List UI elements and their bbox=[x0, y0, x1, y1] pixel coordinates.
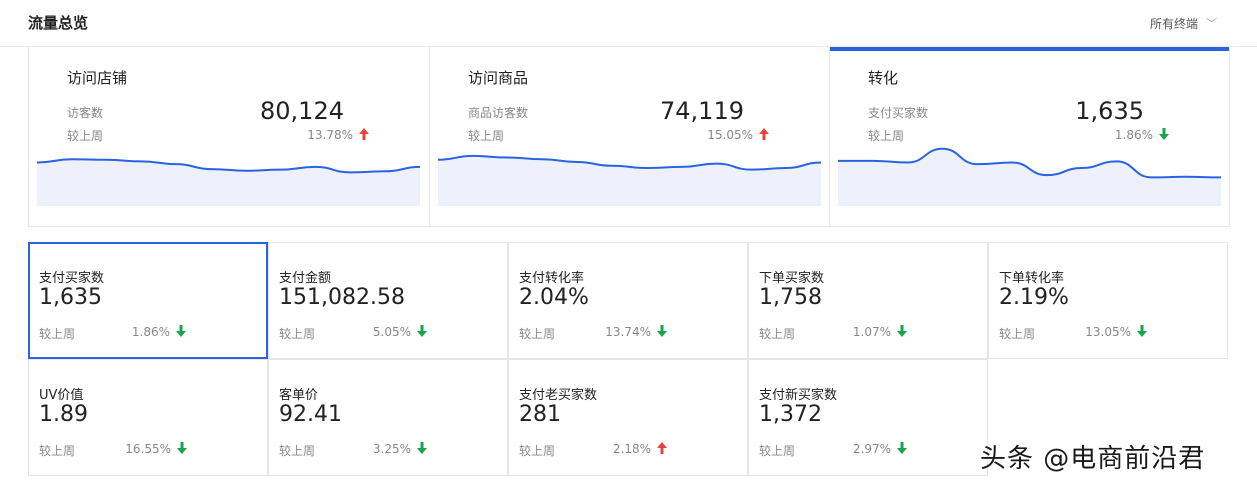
metric-change: 3.25% bbox=[373, 442, 427, 456]
arrow-down-icon bbox=[1159, 128, 1169, 140]
metric-value: 92.41 bbox=[279, 402, 342, 427]
metric-card-avg-order-price[interactable]: 客单价 92.41 较上周 3.25% bbox=[268, 359, 508, 476]
arrow-up-icon bbox=[759, 128, 769, 140]
card-value: 74,119 bbox=[660, 97, 744, 125]
arrow-down-icon bbox=[1137, 325, 1147, 337]
metric-value: 1,372 bbox=[759, 402, 822, 427]
metric-card-returning-buyers[interactable]: 支付老买家数 281 较上周 2.18% bbox=[508, 359, 748, 476]
compare-label: 较上周 bbox=[39, 444, 76, 458]
metric-value: 281 bbox=[519, 402, 561, 427]
arrow-up-icon bbox=[657, 442, 667, 454]
card-value: 1,635 bbox=[1075, 97, 1144, 125]
terminal-select-label: 所有终端 bbox=[1149, 17, 1198, 31]
metric-label: 支付新买家数 bbox=[759, 388, 838, 403]
metric-label: 支付买家数 bbox=[39, 271, 105, 286]
metric-change: 13.05% bbox=[1085, 325, 1147, 339]
change-pct: 5.05% bbox=[372, 325, 411, 339]
change-pct: 3.25% bbox=[372, 442, 411, 456]
card-change: 1.86% bbox=[1115, 128, 1169, 142]
metric-change: 2.97% bbox=[853, 442, 907, 456]
metric-change: 2.18% bbox=[613, 442, 667, 456]
change-pct: 1.86% bbox=[131, 325, 170, 339]
sparkline-chart bbox=[37, 158, 420, 206]
arrow-down-icon bbox=[897, 325, 907, 337]
metric-label: 下单转化率 bbox=[999, 271, 1065, 286]
compare-label: 较上周 bbox=[759, 327, 796, 341]
metric-label: 支付金额 bbox=[279, 271, 332, 286]
arrow-down-icon bbox=[897, 442, 907, 454]
sparkline-chart bbox=[838, 147, 1221, 206]
compare-label: 较上周 bbox=[279, 327, 316, 341]
overview-panel: 访问店铺 访客数 较上周 80,124 13.78% 访问商品 商品访客数 较上… bbox=[28, 47, 1230, 227]
compare-label: 较上周 bbox=[759, 444, 796, 458]
arrow-down-icon bbox=[417, 442, 427, 454]
card-metric-label: 访客数 bbox=[67, 106, 104, 120]
metric-label: UV价值 bbox=[39, 388, 84, 403]
metric-value: 1,635 bbox=[39, 285, 102, 310]
change-pct: 16.55% bbox=[125, 442, 171, 456]
compare-label: 较上周 bbox=[519, 327, 556, 341]
metric-card-new-buyers[interactable]: 支付新买家数 1,372 较上周 2.97% bbox=[748, 359, 988, 476]
metric-change: 1.86% bbox=[132, 325, 186, 339]
card-metric-label: 支付买家数 bbox=[868, 106, 929, 120]
metric-label: 支付转化率 bbox=[519, 271, 585, 286]
card-title: 访问商品 bbox=[468, 69, 529, 87]
metric-card-order-conversion[interactable]: 下单转化率 2.19% 较上周 13.05% bbox=[988, 242, 1228, 359]
chevron-down-icon: ﹀ bbox=[1206, 17, 1217, 30]
arrow-down-icon bbox=[176, 325, 186, 337]
change-pct: 2.97% bbox=[852, 442, 891, 456]
arrow-down-icon bbox=[417, 325, 427, 337]
metric-change: 1.07% bbox=[853, 325, 907, 339]
card-title: 转化 bbox=[868, 69, 899, 87]
change-pct: 1.86% bbox=[1114, 128, 1153, 142]
metric-value: 1.89 bbox=[39, 402, 88, 427]
metric-card-paying-buyers[interactable]: 支付买家数 1,635 较上周 1.86% bbox=[28, 242, 268, 359]
arrow-down-icon bbox=[657, 325, 667, 337]
metric-card-payment-amount[interactable]: 支付金额 151,082.58 较上周 5.05% bbox=[268, 242, 508, 359]
card-title: 访问店铺 bbox=[67, 69, 128, 87]
change-pct: 1.07% bbox=[852, 325, 891, 339]
metric-change: 16.55% bbox=[125, 442, 187, 456]
compare-label: 较上周 bbox=[39, 327, 76, 341]
sparkline-area bbox=[438, 155, 821, 206]
metric-label: 下单买家数 bbox=[759, 271, 825, 286]
compare-label: 较上周 bbox=[999, 327, 1036, 341]
change-pct: 15.05% bbox=[707, 128, 753, 142]
page-title: 流量总览 bbox=[28, 14, 89, 32]
change-pct: 2.18% bbox=[612, 442, 651, 456]
change-pct: 13.74% bbox=[605, 325, 651, 339]
arrow-down-icon bbox=[177, 442, 187, 454]
metric-value: 151,082.58 bbox=[279, 285, 405, 310]
metric-label: 支付老买家数 bbox=[519, 388, 598, 403]
metric-change: 5.05% bbox=[373, 325, 427, 339]
card-change: 13.78% bbox=[307, 128, 369, 142]
compare-label: 较上周 bbox=[519, 444, 556, 458]
change-pct: 13.78% bbox=[307, 128, 353, 142]
card-change: 15.05% bbox=[707, 128, 769, 142]
metric-change: 13.74% bbox=[605, 325, 667, 339]
metric-value: 1,758 bbox=[759, 285, 822, 310]
compare-label: 较上周 bbox=[279, 444, 316, 458]
terminal-select[interactable]: 所有终端 ﹀ bbox=[1150, 15, 1217, 32]
metric-card-payment-conversion[interactable]: 支付转化率 2.04% 较上周 13.74% bbox=[508, 242, 748, 359]
sparkline-chart bbox=[438, 154, 821, 206]
metric-value: 2.19% bbox=[999, 285, 1069, 310]
metric-value: 2.04% bbox=[519, 285, 589, 310]
overview-card-product[interactable]: 访问商品 商品访客数 较上周 74,119 15.05% bbox=[429, 47, 829, 226]
card-metric-label: 商品访客数 bbox=[468, 106, 529, 120]
arrow-up-icon bbox=[359, 128, 369, 140]
overview-card-store[interactable]: 访问店铺 访客数 较上周 80,124 13.78% bbox=[29, 47, 429, 226]
watermark-text: 头条 @电商前沿君 bbox=[980, 444, 1206, 474]
card-value: 80,124 bbox=[260, 97, 344, 125]
change-pct: 13.05% bbox=[1085, 325, 1131, 339]
metric-card-uv-value[interactable]: UV价值 1.89 较上周 16.55% bbox=[28, 359, 268, 476]
header-bar: 流量总览 所有终端 ﹀ bbox=[0, 0, 1257, 47]
metric-card-order-buyers[interactable]: 下单买家数 1,758 较上周 1.07% bbox=[748, 242, 988, 359]
overview-card-conversion[interactable]: 转化 支付买家数 较上周 1,635 1.86% bbox=[829, 47, 1229, 226]
sparkline-area bbox=[37, 159, 420, 206]
metric-label: 客单价 bbox=[279, 388, 319, 403]
